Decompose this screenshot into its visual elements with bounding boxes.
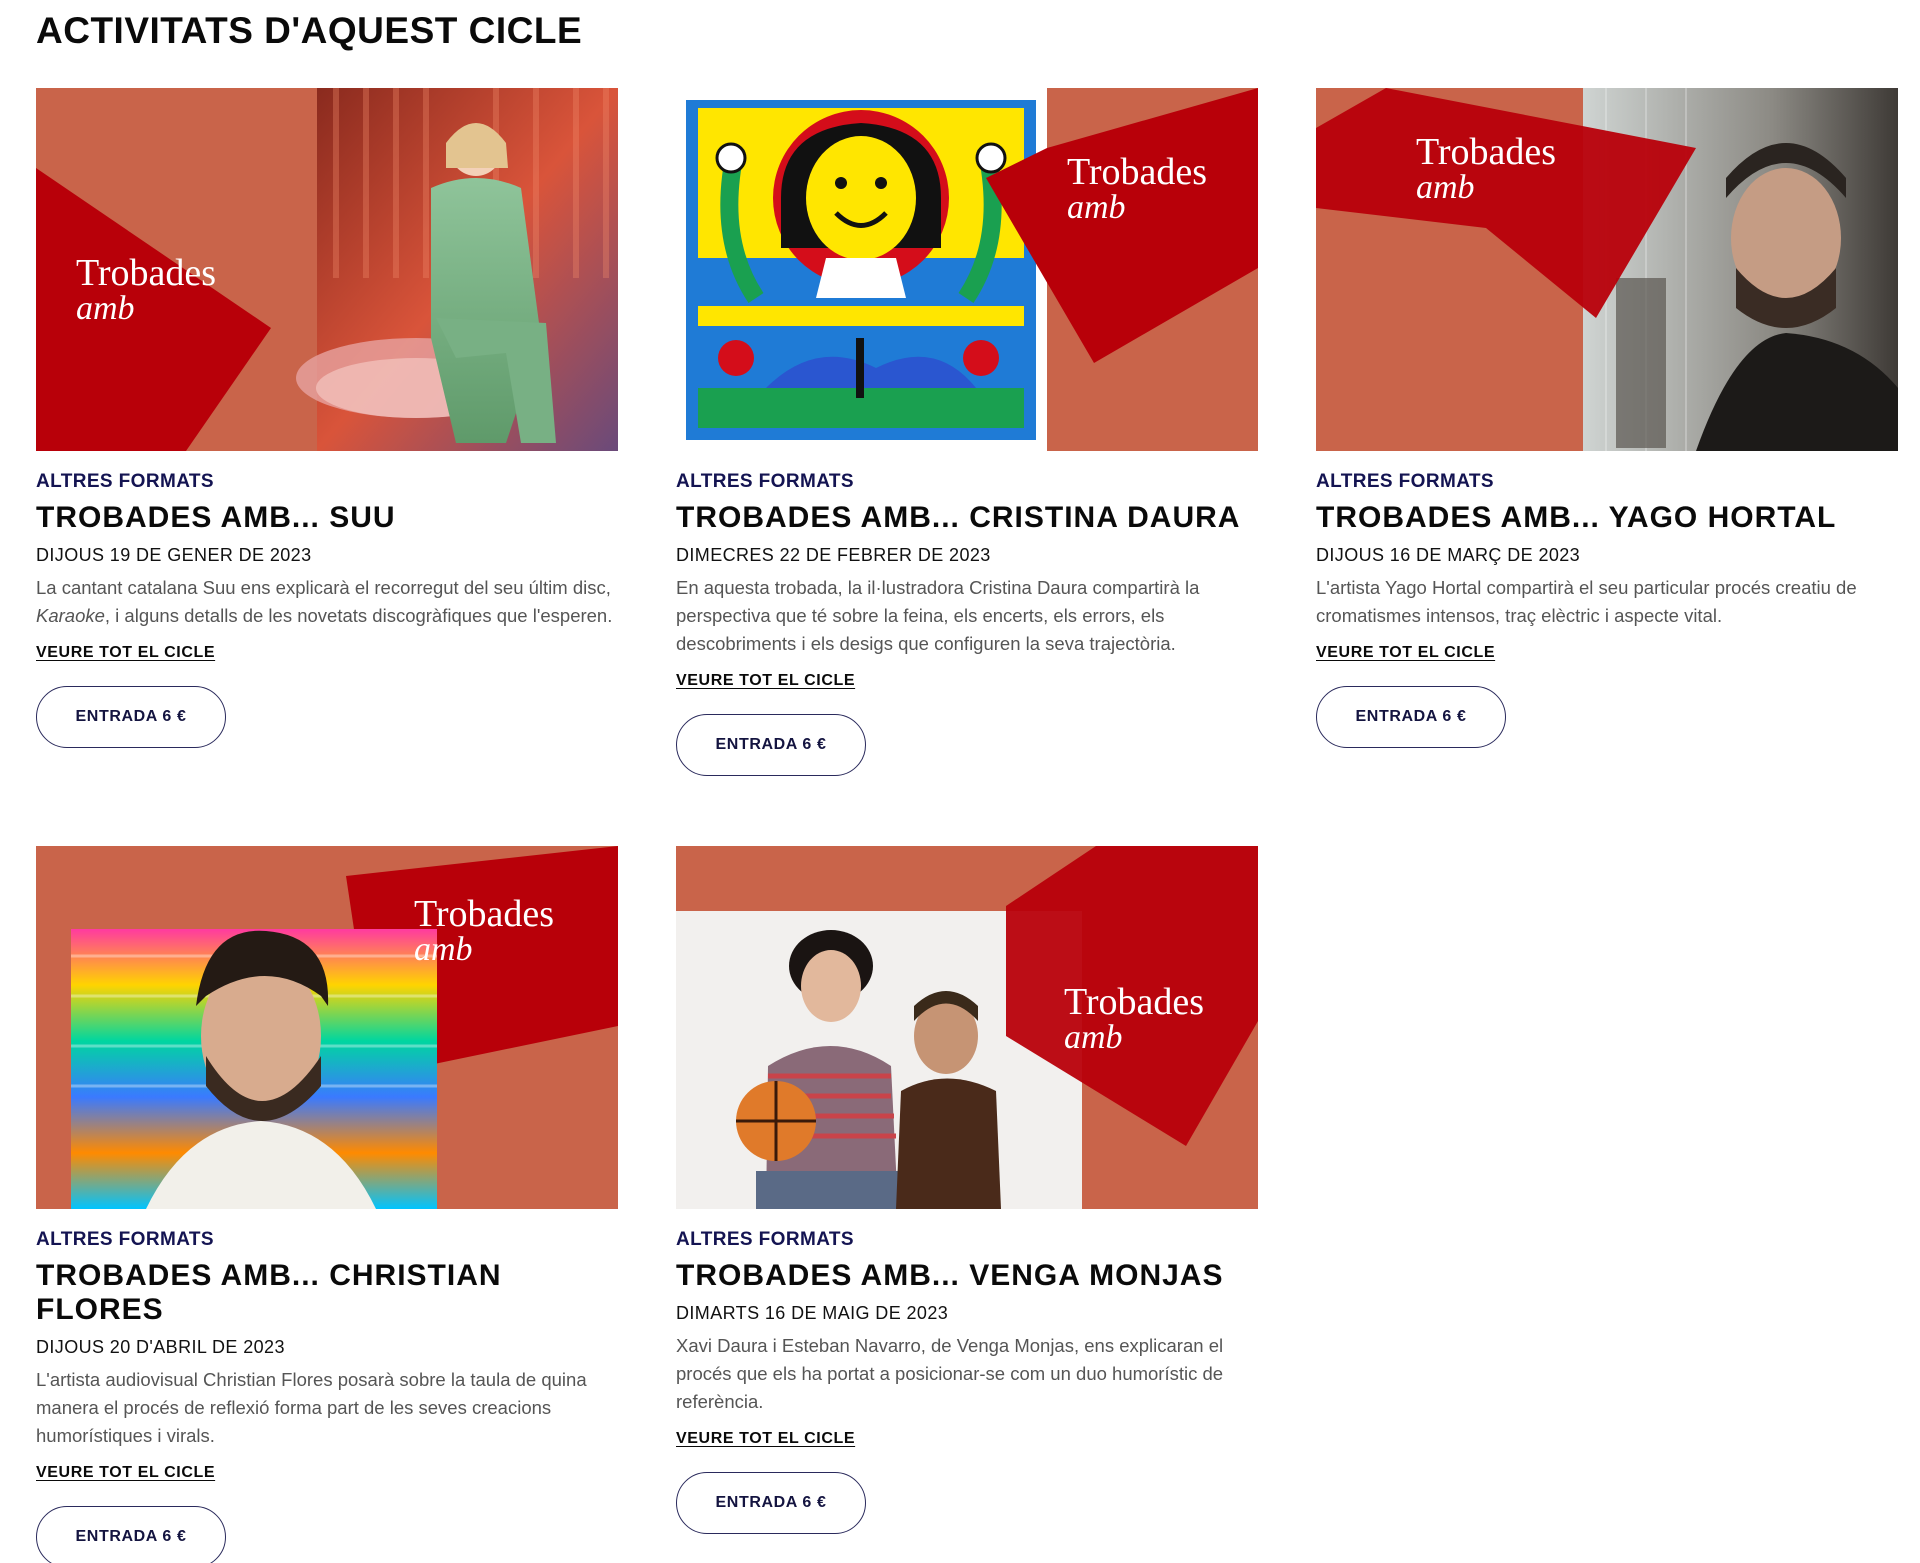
- brand-line2: amb: [1064, 1019, 1123, 1056]
- event-category: ALTRES FORMATS: [676, 471, 854, 492]
- event-card-suu: Trobades amb ALTRES FORMATS TROBADES AMB…: [36, 88, 618, 748]
- event-date: DIJOUS 19 DE GENER DE 2023: [36, 545, 312, 565]
- event-title[interactable]: TROBADES AMB... VENGA MONJAS: [676, 1259, 1258, 1293]
- brand-line1: Trobades: [1064, 981, 1204, 1023]
- event-description: L'artista audiovisual Christian Flores p…: [36, 1369, 587, 1446]
- brand-line2: amb: [76, 290, 135, 327]
- ticket-button[interactable]: ENTRADA 6 €: [36, 1506, 226, 1563]
- event-description: La cantant catalana Suu ens explicarà el…: [36, 577, 613, 626]
- event-image-suu-art: Trobades amb: [36, 88, 618, 451]
- see-full-cycle-link[interactable]: VEURE TOT EL CICLE: [36, 1464, 215, 1482]
- event-title[interactable]: TROBADES AMB... CHRISTIAN FLORES: [36, 1259, 618, 1327]
- event-image-cristina-daura[interactable]: Trobades amb: [676, 88, 1258, 451]
- event-date: DIMARTS 16 DE MAIG DE 2023: [676, 1303, 949, 1323]
- brand-line1: Trobades: [414, 893, 554, 935]
- section-title: ACTIVITATS D'AQUEST CICLE: [36, 10, 583, 51]
- ticket-button[interactable]: ENTRADA 6 €: [676, 1472, 866, 1534]
- event-date: DIMECRES 22 DE FEBRER DE 2023: [676, 545, 991, 565]
- brand-line2: amb: [414, 931, 473, 968]
- see-full-cycle-link[interactable]: VEURE TOT EL CICLE: [676, 1430, 855, 1448]
- event-image-christian-flores-art: Trobades amb: [36, 846, 618, 1209]
- see-full-cycle-link[interactable]: VEURE TOT EL CICLE: [1316, 644, 1495, 662]
- event-image-cristina-daura-art: Trobades amb: [676, 88, 1258, 451]
- ticket-button[interactable]: ENTRADA 6 €: [676, 714, 866, 776]
- ticket-button[interactable]: ENTRADA 6 €: [36, 686, 226, 748]
- brand-line1: Trobades: [1067, 151, 1207, 193]
- event-category: ALTRES FORMATS: [36, 1229, 214, 1250]
- event-description: En aquesta trobada, la il·lustradora Cri…: [676, 577, 1200, 654]
- event-card-yago-hortal: Trobades amb ALTRES FORMATS TROBADES AMB…: [1316, 88, 1898, 748]
- event-image-suu[interactable]: Trobades amb: [36, 88, 618, 451]
- event-category: ALTRES FORMATS: [36, 471, 214, 492]
- event-date: DIJOUS 20 D'ABRIL DE 2023: [36, 1337, 285, 1357]
- event-title[interactable]: TROBADES AMB... SUU: [36, 501, 618, 535]
- see-full-cycle-link[interactable]: VEURE TOT EL CICLE: [36, 644, 215, 662]
- event-category: ALTRES FORMATS: [1316, 471, 1494, 492]
- brand-line2: amb: [1067, 189, 1126, 226]
- see-full-cycle-link[interactable]: VEURE TOT EL CICLE: [676, 672, 855, 690]
- event-title[interactable]: TROBADES AMB... CRISTINA DAURA: [676, 501, 1258, 535]
- brand-line2: amb: [1416, 169, 1475, 206]
- event-card-cristina-daura: Trobades amb ALTRES FORMATS TROBADES AMB…: [676, 88, 1258, 776]
- event-image-yago-hortal[interactable]: Trobades amb: [1316, 88, 1898, 451]
- event-image-yago-hortal-art: Trobades amb: [1316, 88, 1898, 451]
- event-image-christian-flores[interactable]: Trobades amb: [36, 846, 618, 1209]
- ticket-button[interactable]: ENTRADA 6 €: [1316, 686, 1506, 748]
- event-image-venga-monjas[interactable]: Trobades amb: [676, 846, 1258, 1209]
- event-description: L'artista Yago Hortal compartirà el seu …: [1316, 577, 1857, 626]
- brand-line1: Trobades: [1416, 131, 1556, 173]
- event-date: DIJOUS 16 DE MARÇ DE 2023: [1316, 545, 1581, 565]
- event-image-venga-monjas-art: Trobades amb: [676, 846, 1258, 1209]
- brand-line1: Trobades: [76, 252, 216, 294]
- event-description: Xavi Daura i Esteban Navarro, de Venga M…: [676, 1335, 1224, 1412]
- event-card-christian-flores: Trobades amb ALTRES FORMATS TROBADES AMB…: [36, 846, 618, 1563]
- event-category: ALTRES FORMATS: [676, 1229, 854, 1250]
- event-card-venga-monjas: Trobades amb ALTRES FORMATS TROBADES AMB…: [676, 846, 1258, 1534]
- event-title[interactable]: TROBADES AMB... YAGO HORTAL: [1316, 501, 1898, 535]
